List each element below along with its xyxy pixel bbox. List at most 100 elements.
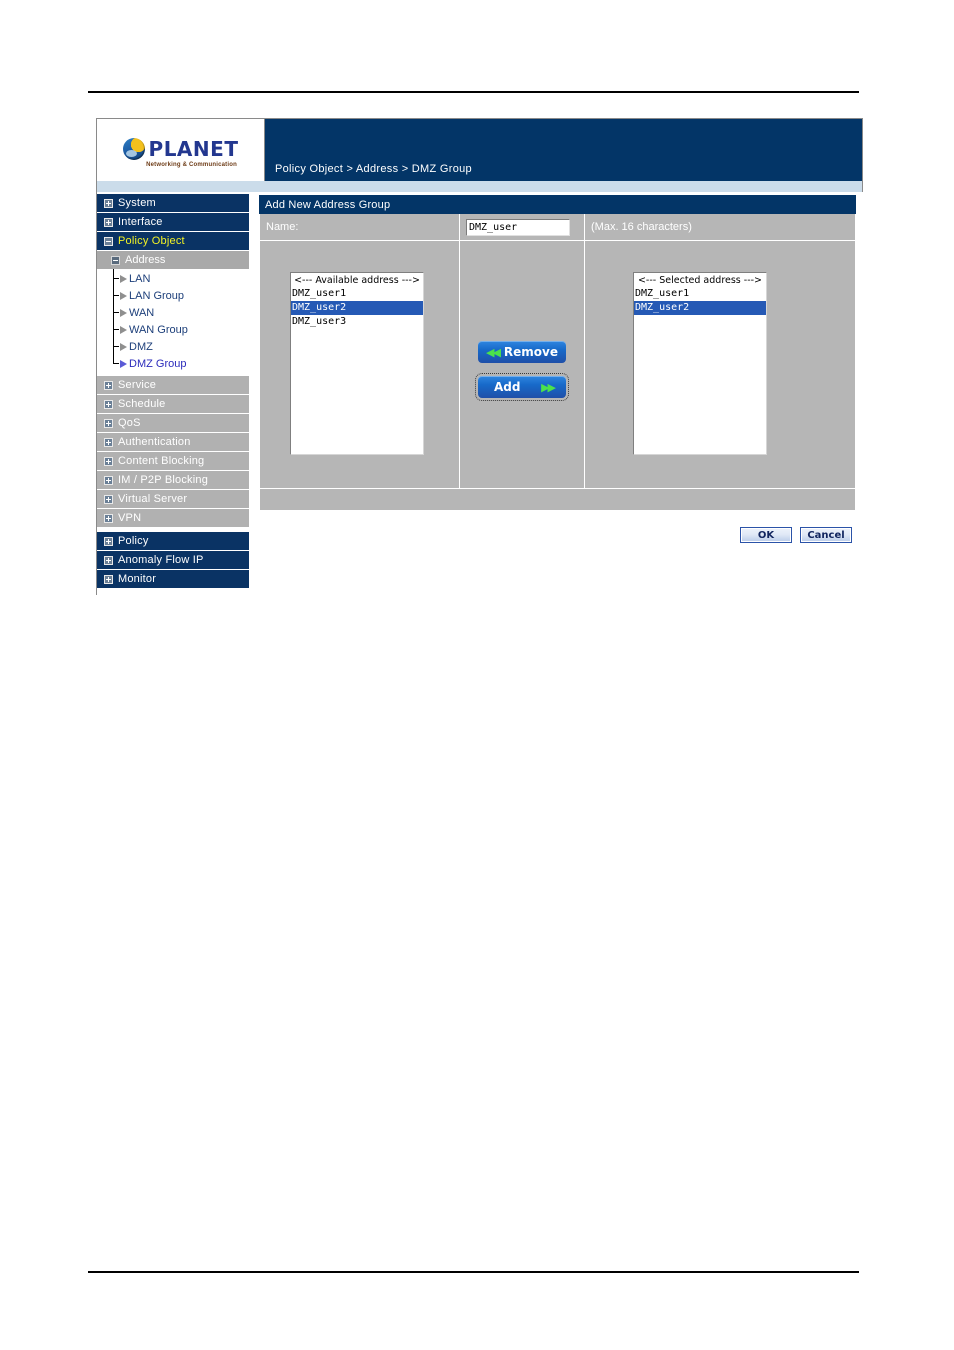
sidebar-item-label: Service [118,379,157,391]
available-address-listbox[interactable]: <--- Available address ---> DMZ_user1 DM… [290,272,424,455]
name-input-cell [460,214,585,241]
globe-icon [122,137,145,160]
sidebar-item-label: Content Blocking [118,455,205,467]
sidebar-item-label: Policy [118,535,149,547]
remove-button[interactable]: ◀◀ Remove [478,341,566,363]
header-accent-strip [96,181,863,192]
sidebar-item-qos[interactable]: QoS [97,414,249,432]
available-list-header: <--- Available address ---> [294,275,420,286]
sidebar-item-label: Authentication [118,436,191,448]
sidebar-item-label: Virtual Server [118,493,188,505]
chevron-left-icon: ◀◀ [485,345,501,359]
name-row: Name: (Max. 16 characters) [259,214,856,241]
sidebar-address-tree: LAN LAN Group WAN WAN Group DMZ DMZ Grou… [97,269,249,372]
add-button[interactable]: Add ▶▶ [475,373,569,401]
plus-box-icon [104,198,113,208]
group-name-input[interactable] [466,218,570,236]
plus-box-icon [104,456,113,466]
plus-box-icon [104,380,113,390]
list-item[interactable]: DMZ_user1 [291,287,423,301]
content-area: Add New Address Group Name: (Max. 16 cha… [249,192,862,589]
cancel-button[interactable]: Cancel [800,527,852,543]
sidebar-item-vpn[interactable]: VPN [97,509,249,527]
sidebar-item-anomaly-flow-ip[interactable]: Anomaly Flow IP [97,551,249,569]
sidebar-item-label: QoS [118,417,141,429]
plus-box-icon [104,399,113,409]
sidebar-item-label: Schedule [118,398,166,410]
sidebar-item-label: Policy Object [118,235,185,247]
name-hint: (Max. 16 characters) [585,214,856,241]
remove-button-label: Remove [503,345,558,359]
action-row: OK Cancel [259,510,856,543]
selected-column: <--- Selected address ---> DMZ_user1 DMZ… [585,247,856,488]
sidebar-item-wan-group[interactable]: WAN Group [111,320,249,338]
transfer-buttons-column: ◀◀ Remove Add ▶▶ [460,247,585,488]
plus-box-icon [104,494,113,504]
plus-box-icon [104,217,113,227]
sidebar-section-address[interactable]: Address [97,251,249,269]
plus-box-icon [104,475,113,485]
selected-address-listbox[interactable]: <--- Selected address ---> DMZ_user1 DMZ… [633,272,767,455]
sidebar-nav: System Interface Policy Object Address L… [97,192,249,589]
brand-name: PLANET [148,136,239,161]
router-admin-window: PLANET Networking & Communication Policy… [96,118,863,595]
plus-box-icon [104,418,113,428]
sidebar-item-im-p2p-blocking[interactable]: IM / P2P Blocking [97,471,249,489]
arrow-right-icon [120,275,127,283]
sidebar-item-label: Anomaly Flow IP [118,554,204,566]
sidebar-item-label: Interface [118,216,163,228]
brand-tagline: Networking & Communication [146,161,237,168]
sidebar-item-label: IM / P2P Blocking [118,474,209,486]
sidebar-item-label: VPN [118,512,142,524]
list-item[interactable]: DMZ_user2 [291,301,423,315]
sidebar-item-label: LAN Group [129,289,185,302]
panel-title: Add New Address Group [259,195,856,214]
sidebar-section-label: Address [125,254,166,266]
sidebar-item-monitor[interactable]: Monitor [97,570,249,588]
sidebar-item-wan[interactable]: WAN [111,303,249,321]
plus-box-icon [104,536,113,546]
name-label: Name: [260,214,460,241]
arrow-right-icon [120,343,127,351]
sidebar-item-service[interactable]: Service [97,376,249,394]
sidebar-item-lan[interactable]: LAN [111,269,249,287]
minus-box-icon [111,255,120,265]
list-item[interactable]: DMZ_user2 [634,301,766,315]
sidebar-item-interface[interactable]: Interface [97,213,249,231]
panel-footer-bar [259,488,856,510]
page-bottom-rule [88,1271,859,1273]
page-top-rule [88,91,859,93]
sidebar-item-policy[interactable]: Policy [97,532,249,550]
breadcrumb-bar: Policy Object > Address > DMZ Group [265,119,862,181]
brand-logo: PLANET Networking & Communication [97,119,265,181]
sidebar-item-label: WAN [129,306,155,319]
sidebar-item-system[interactable]: System [97,194,249,212]
sidebar-item-label: DMZ [129,340,153,353]
sidebar-item-schedule[interactable]: Schedule [97,395,249,413]
available-column: <--- Available address ---> DMZ_user1 DM… [260,247,460,488]
plus-box-icon [104,437,113,447]
list-item[interactable]: DMZ_user3 [291,315,423,329]
list-item[interactable]: DMZ_user1 [634,287,766,301]
sidebar-item-label: WAN Group [129,323,188,336]
sidebar-item-policy-object[interactable]: Policy Object [97,232,249,250]
sidebar-item-label: LAN [129,272,151,285]
add-button-label: Add [494,380,521,394]
sidebar-item-dmz-group[interactable]: DMZ Group [111,354,249,372]
sidebar-item-authentication[interactable]: Authentication [97,433,249,451]
sidebar-item-content-blocking[interactable]: Content Blocking [97,452,249,470]
ok-button[interactable]: OK [740,527,792,543]
minus-box-icon [104,236,113,246]
sidebar-item-dmz[interactable]: DMZ [111,337,249,355]
app-header: PLANET Networking & Communication Policy… [96,118,863,181]
sidebar-item-lan-group[interactable]: LAN Group [111,286,249,304]
arrow-right-icon [120,309,127,317]
plus-box-icon [104,555,113,565]
page-root: PLANET Networking & Communication Policy… [0,0,954,1350]
arrow-right-icon [120,360,127,368]
sidebar-item-label: Monitor [118,573,157,585]
sidebar-item-virtual-server[interactable]: Virtual Server [97,490,249,508]
chevron-right-icon: ▶▶ [541,380,556,394]
sidebar-item-label: System [118,197,156,209]
plus-box-icon [104,574,113,584]
